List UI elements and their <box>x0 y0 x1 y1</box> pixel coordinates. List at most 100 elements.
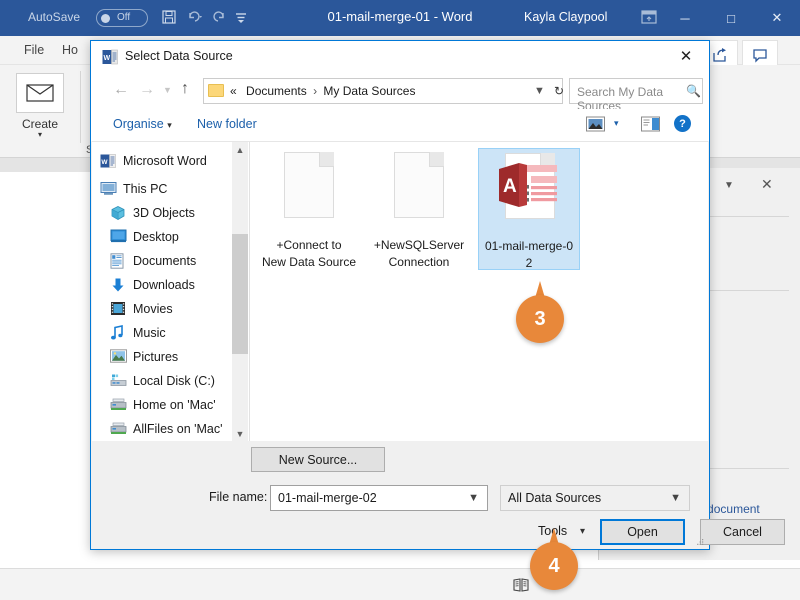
sidebar-item-documents[interactable]: Documents <box>92 250 234 272</box>
sidebar-item-movies[interactable]: Movies <box>92 298 234 320</box>
new-source-button[interactable]: New Source... <box>251 447 385 472</box>
movies-icon <box>110 301 128 317</box>
callout-step-3: 3 <box>516 281 568 343</box>
search-input[interactable]: Search My Data Sources 🔍 <box>569 78 703 113</box>
scrollbar-thumb[interactable] <box>232 234 248 354</box>
blank-document-icon <box>368 148 470 236</box>
breadcrumb-separator: › <box>313 84 318 98</box>
file-item-label-line1: +Connect to <box>276 238 342 252</box>
dialog-title-bar: W Select Data Source ✕ <box>91 41 709 73</box>
sidebar-item-label: 3D Objects <box>133 206 195 220</box>
share-icon <box>713 48 726 62</box>
dialog-toolbar: Organise ▾ New folder ▾ ? <box>91 109 709 141</box>
file-item-new-sql-server-connection[interactable]: +NewSQLServer Connection <box>368 148 470 270</box>
resize-grip-icon[interactable] <box>695 536 704 545</box>
sidebar-item-allfiles-on-mac[interactable]: AllFiles on 'Mac' <box>92 418 234 440</box>
file-item-label-line2: New Data Source <box>261 255 357 269</box>
breadcrumb-prefix: « <box>230 84 237 98</box>
preview-pane-icon[interactable] <box>641 116 660 136</box>
chevron-down-icon[interactable]: ▼ <box>670 492 681 504</box>
minimize-button[interactable]: ─ <box>662 0 708 36</box>
scroll-up-icon[interactable]: ▲ <box>232 142 248 158</box>
cancel-button[interactable]: Cancel <box>700 519 785 545</box>
chevron-down-icon[interactable]: ▼ <box>468 492 479 504</box>
file-type-value: All Data Sources <box>508 491 602 505</box>
sidebar-item-downloads[interactable]: Downloads <box>92 274 234 296</box>
up-arrow-icon[interactable]: ↑ <box>181 80 189 98</box>
callout-step-4: 4 <box>530 528 582 590</box>
forward-arrow-icon[interactable]: → <box>139 81 155 99</box>
chevron-down-icon[interactable]: ▾ <box>12 131 68 139</box>
sidebar-item-desktop[interactable]: Desktop <box>92 226 234 248</box>
tab-file[interactable]: File <box>24 43 44 57</box>
back-arrow-icon[interactable]: ← <box>113 81 129 99</box>
read-mode-icon[interactable] <box>513 577 529 596</box>
organise-button[interactable]: Organise ▾ <box>113 117 172 131</box>
sidebar-item-pictures[interactable]: Pictures <box>92 346 234 368</box>
tab-home[interactable]: Ho <box>62 43 78 57</box>
address-bar[interactable]: « Documents › My Data Sources ▼ ↻ <box>203 78 564 104</box>
open-button[interactable]: Open <box>600 519 685 545</box>
file-item-01-mail-merge-02[interactable]: A 01-mail-merge-0 2 <box>478 148 580 270</box>
file-name-value: 01-mail-merge-02 <box>278 491 377 505</box>
breadcrumb: « Documents › My Data Sources <box>230 84 415 98</box>
scroll-down-icon[interactable]: ▼ <box>232 426 248 442</box>
file-item-label-line1: 01-mail-merge-0 <box>484 239 574 253</box>
sidebar-item-label: Movies <box>133 302 173 316</box>
breadcrumb-item-my-data-sources[interactable]: My Data Sources <box>323 84 415 98</box>
blank-document-icon <box>258 148 360 236</box>
file-type-select[interactable]: All Data Sources ▼ <box>500 485 690 511</box>
sidebar-item-label: Music <box>133 326 166 340</box>
downloads-icon <box>110 277 128 293</box>
file-item-connect-to-new-data-source[interactable]: +Connect to New Data Source <box>258 148 360 270</box>
svg-text:A: A <box>503 176 517 197</box>
svg-text:W: W <box>101 159 108 166</box>
navigation-tree: W Microsoft Word This PC 3D Objects Desk… <box>92 142 234 442</box>
close-icon[interactable]: ✕ <box>761 176 773 193</box>
sidebar-item-label: Pictures <box>133 350 179 364</box>
folder-icon <box>208 84 224 97</box>
local-disk-icon <box>110 373 128 389</box>
pictures-icon <box>110 349 128 365</box>
close-button[interactable]: ✕ <box>754 0 800 36</box>
chevron-down-icon[interactable]: ▼ <box>534 85 545 97</box>
help-icon[interactable]: ? <box>674 115 691 132</box>
file-name-label: File name: <box>209 490 268 504</box>
file-item-label-line2: Connection <box>388 255 450 269</box>
music-icon <box>110 325 128 341</box>
sidebar-item-this-pc[interactable]: This PC <box>92 178 234 200</box>
refresh-icon[interactable]: ↻ <box>554 84 564 98</box>
maximize-button[interactable]: □ <box>708 0 754 36</box>
file-list-pane[interactable]: +Connect to New Data Source +NewSQLServe… <box>250 142 708 442</box>
sidebar-item-local-disk-c[interactable]: Local Disk (C:) <box>92 370 234 392</box>
new-folder-button[interactable]: New folder <box>197 117 257 131</box>
dialog-navigation-bar: ← → ▼ ↑ « Documents › My Data Sources ▼ … <box>91 73 709 113</box>
ribbon-display-options-icon[interactable] <box>640 9 662 27</box>
chevron-down-icon[interactable]: ▾ <box>614 118 619 129</box>
sidebar-item-label: Local Disk (C:) <box>133 374 215 388</box>
recent-locations-icon[interactable]: ▼ <box>163 85 172 95</box>
chevron-down-icon[interactable]: ▼ <box>724 180 734 191</box>
create-button[interactable]: Create ▾ <box>12 73 68 139</box>
word-icon: W <box>100 153 118 169</box>
sidebar-item-3d-objects[interactable]: 3D Objects <box>92 202 234 224</box>
file-name-input[interactable]: 01-mail-merge-02 ▼ <box>270 485 488 511</box>
sidebar-item-microsoft-word[interactable]: W Microsoft Word <box>92 150 234 172</box>
word-document-icon: W <box>102 49 118 65</box>
text-caret <box>582 550 596 567</box>
navigation-tree-scrollbar[interactable]: ▲ ▼ <box>232 142 248 442</box>
ribbon-divider <box>80 71 81 143</box>
user-account-name[interactable]: Kayla Claypool <box>524 10 607 24</box>
desktop-icon <box>110 229 128 245</box>
dialog-close-button[interactable]: ✕ <box>663 41 709 71</box>
sidebar-item-home-on-mac[interactable]: Home on 'Mac' <box>92 394 234 416</box>
organise-label: Organise <box>113 117 164 131</box>
word-title-bar: AutoSave Off 01-mail-merge-01 - Word Kay… <box>0 0 800 36</box>
sidebar-item-music[interactable]: Music <box>92 322 234 344</box>
select-data-source-dialog: W Select Data Source ✕ ← → ▼ ↑ « Documen… <box>90 40 785 550</box>
search-icon[interactable]: 🔍 <box>686 84 701 98</box>
breadcrumb-item-documents[interactable]: Documents <box>246 84 307 98</box>
file-item-label-line2: 2 <box>525 256 533 270</box>
dialog-body: W Microsoft Word This PC 3D Objects Desk… <box>92 141 708 442</box>
view-layout-icon[interactable] <box>586 116 605 136</box>
